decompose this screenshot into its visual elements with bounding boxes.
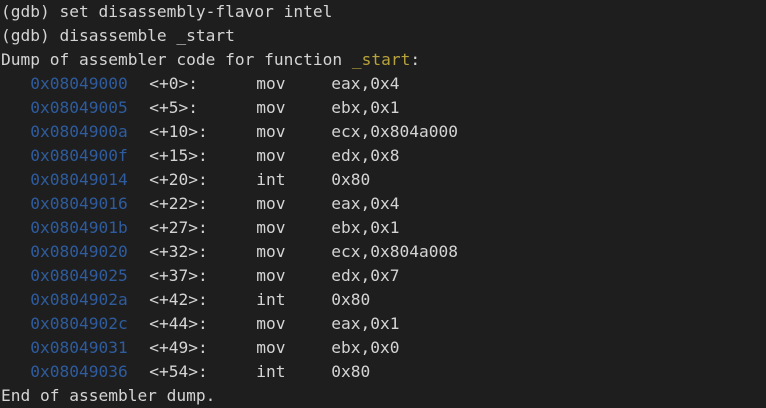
instruction-operands: edx,0x7 bbox=[331, 266, 400, 285]
instruction-operands: 0x80 bbox=[331, 170, 371, 189]
instruction-address: 0x08049000 bbox=[30, 74, 128, 93]
instruction-offset: <+5>: bbox=[149, 98, 198, 117]
instruction-operands: eax,0x4 bbox=[331, 194, 400, 213]
function-name: _start bbox=[351, 50, 411, 69]
instruction-address: 0x0804900a bbox=[30, 122, 128, 141]
instruction-row: 0x0804900f <+15>: mov edx,0x8 bbox=[1, 144, 766, 168]
instruction-address: 0x0804900f bbox=[30, 146, 128, 165]
instruction-address: 0x08049025 bbox=[30, 266, 128, 285]
instruction-operands: ebx,0x1 bbox=[331, 218, 400, 237]
instruction-mnemonic: mov bbox=[256, 122, 286, 141]
instruction-offset: <+22>: bbox=[149, 194, 208, 213]
instruction-operands: ecx,0x804a000 bbox=[331, 122, 458, 141]
terminal-window[interactable]: (gdb) set disassembly-flavor intel (gdb)… bbox=[0, 0, 766, 408]
dump-header-suffix: : bbox=[410, 50, 421, 69]
instruction-row: 0x08049005 <+5>: mov ebx,0x1 bbox=[1, 96, 766, 120]
gdb-command-line: (gdb) set disassembly-flavor intel bbox=[1, 2, 333, 21]
instruction-mnemonic: mov bbox=[256, 146, 286, 165]
dump-footer: End of assembler dump. bbox=[1, 386, 216, 405]
instruction-list: 0x08049000 <+0>: mov eax,0x4 0x08049005 <+5>… bbox=[1, 72, 766, 384]
instruction-row: 0x0804902c <+44>: mov eax,0x1 bbox=[1, 312, 766, 336]
instruction-operands: ecx,0x804a008 bbox=[331, 242, 458, 261]
instruction-address: 0x08049014 bbox=[30, 170, 128, 189]
instruction-mnemonic: int bbox=[256, 170, 286, 189]
instruction-mnemonic: int bbox=[256, 362, 286, 381]
instruction-offset: <+10>: bbox=[149, 122, 208, 141]
instruction-offset: <+20>: bbox=[149, 170, 208, 189]
instruction-row: 0x0804900a <+10>: mov ecx,0x804a000 bbox=[1, 120, 766, 144]
instruction-mnemonic: mov bbox=[256, 266, 286, 285]
instruction-mnemonic: mov bbox=[256, 314, 286, 333]
instruction-operands: eax,0x1 bbox=[331, 314, 400, 333]
instruction-row: 0x08049000 <+0>: mov eax,0x4 bbox=[1, 72, 766, 96]
instruction-operands: eax,0x4 bbox=[331, 74, 400, 93]
instruction-mnemonic: mov bbox=[256, 242, 286, 261]
instruction-offset: <+32>: bbox=[149, 242, 208, 261]
instruction-offset: <+37>: bbox=[149, 266, 208, 285]
instruction-row: 0x0804902a <+42>: int 0x80 bbox=[1, 288, 766, 312]
instruction-row: 0x08049014 <+20>: int 0x80 bbox=[1, 168, 766, 192]
instruction-offset: <+54>: bbox=[149, 362, 208, 381]
instruction-operands: 0x80 bbox=[331, 362, 371, 381]
dump-header-prefix: Dump of assembler code for function bbox=[1, 50, 352, 69]
instruction-offset: <+15>: bbox=[149, 146, 208, 165]
dump-header: Dump of assembler code for function _sta… bbox=[1, 48, 766, 72]
gdb-command-line: (gdb) disassemble _start bbox=[1, 26, 235, 45]
instruction-row: 0x08049020 <+32>: mov ecx,0x804a008 bbox=[1, 240, 766, 264]
instruction-address: 0x0804901b bbox=[30, 218, 128, 237]
instruction-mnemonic: mov bbox=[256, 338, 286, 357]
instruction-operands: ebx,0x1 bbox=[331, 98, 400, 117]
instruction-address: 0x08049020 bbox=[30, 242, 128, 261]
instruction-mnemonic: mov bbox=[256, 74, 286, 93]
instruction-address: 0x0804902c bbox=[30, 314, 128, 333]
instruction-row: 0x08049016 <+22>: mov eax,0x4 bbox=[1, 192, 766, 216]
instruction-mnemonic: mov bbox=[256, 194, 286, 213]
instruction-address: 0x08049016 bbox=[30, 194, 128, 213]
instruction-operands: 0x80 bbox=[331, 290, 371, 309]
instruction-offset: <+27>: bbox=[149, 218, 208, 237]
instruction-address: 0x08049036 bbox=[30, 362, 128, 381]
instruction-offset: <+44>: bbox=[149, 314, 208, 333]
instruction-row: 0x08049031 <+49>: mov ebx,0x0 bbox=[1, 336, 766, 360]
instruction-mnemonic: mov bbox=[256, 98, 286, 117]
instruction-operands: ebx,0x0 bbox=[331, 338, 400, 357]
instruction-offset: <+42>: bbox=[149, 290, 208, 309]
instruction-row: 0x08049025 <+37>: mov edx,0x7 bbox=[1, 264, 766, 288]
instruction-address: 0x08049005 bbox=[30, 98, 128, 117]
instruction-mnemonic: mov bbox=[256, 218, 286, 237]
instruction-address: 0x08049031 bbox=[30, 338, 128, 357]
instruction-row: 0x0804901b <+27>: mov ebx,0x1 bbox=[1, 216, 766, 240]
instruction-address: 0x0804902a bbox=[30, 290, 128, 309]
instruction-offset: <+0>: bbox=[149, 74, 198, 93]
instruction-offset: <+49>: bbox=[149, 338, 208, 357]
instruction-mnemonic: int bbox=[256, 290, 286, 309]
instruction-row: 0x08049036 <+54>: int 0x80 bbox=[1, 360, 766, 384]
instruction-operands: edx,0x8 bbox=[331, 146, 400, 165]
